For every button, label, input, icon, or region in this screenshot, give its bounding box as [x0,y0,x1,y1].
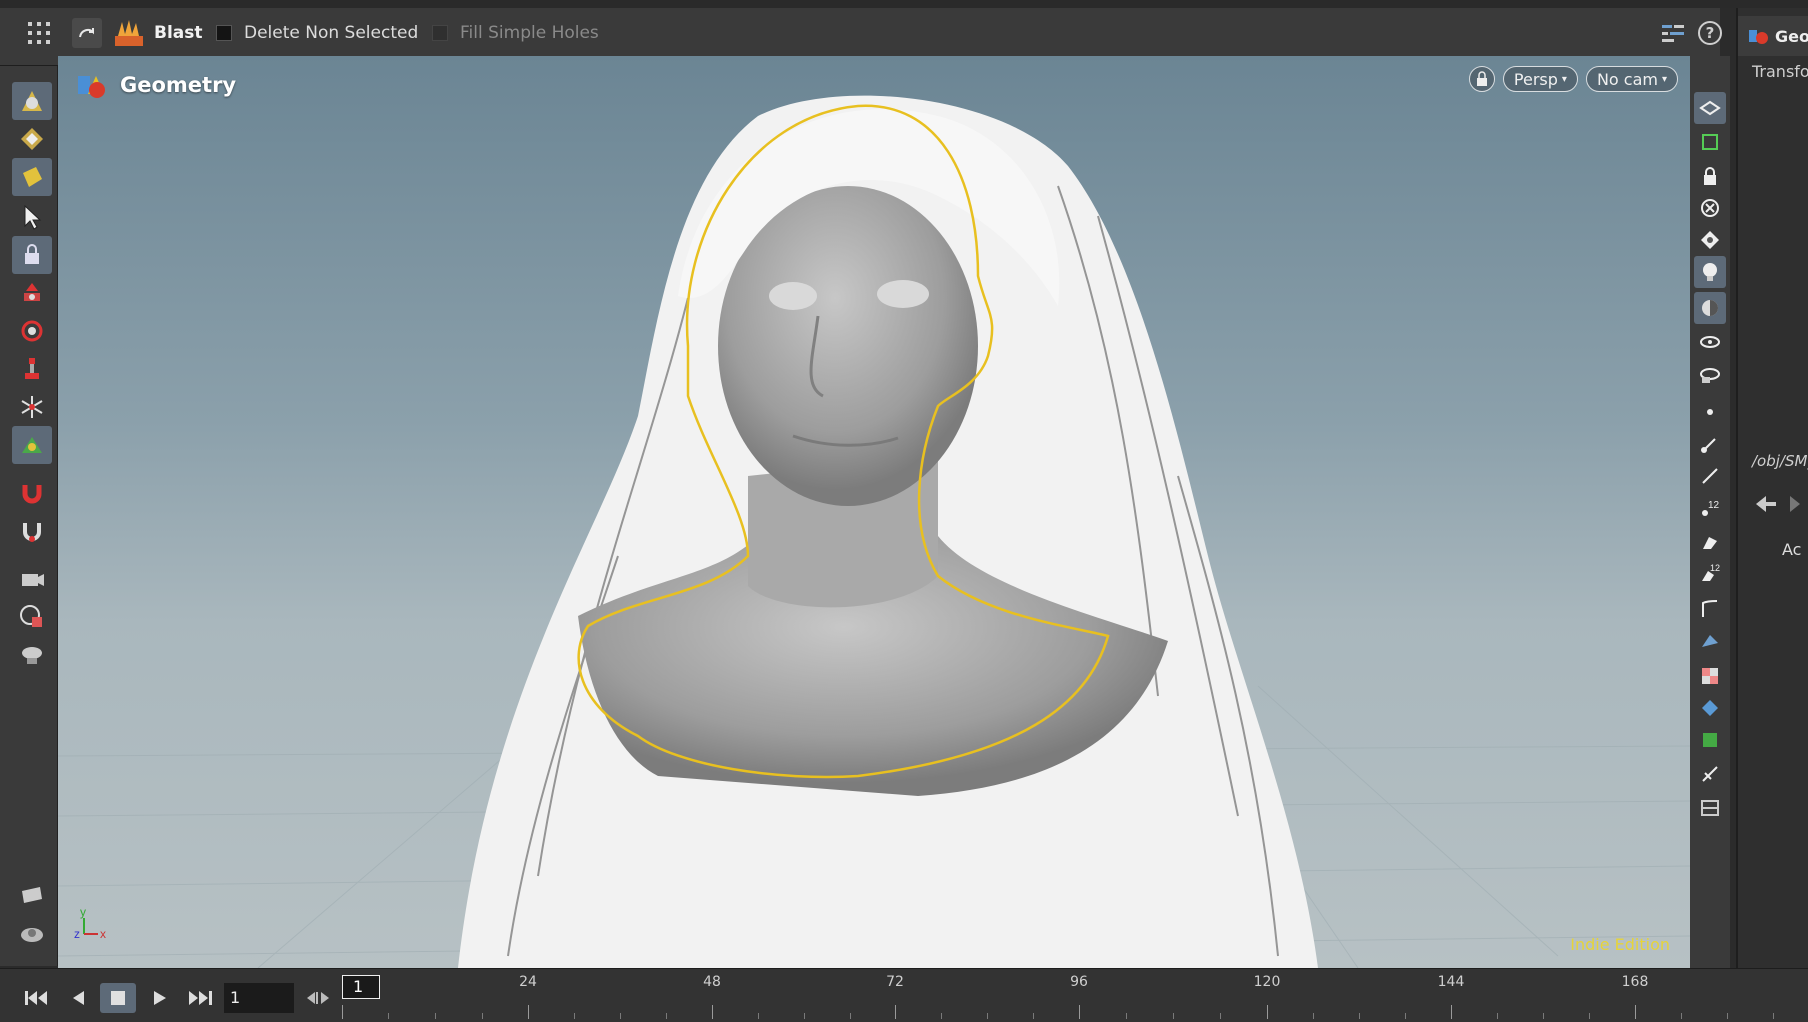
svg-text:12: 12 [1710,563,1720,573]
viewport-camera-controls: Persp ▾ No cam ▾ [1468,66,1678,92]
node-path-label[interactable]: /obj/SM_ [1752,452,1808,470]
crop-icon[interactable] [1694,592,1726,624]
chevron-down-icon: ▾ [1661,73,1667,85]
panel-tab-label: Geo [1775,26,1808,46]
handle-icon[interactable] [12,388,52,426]
step-frame-icon[interactable] [298,983,338,1013]
camera-icon[interactable] [12,560,52,598]
fill-simple-holes-label[interactable]: Fill Simple Holes [460,16,599,50]
parameter-panel: Geo Transfo /obj/SM_ Ac [1736,8,1808,1022]
axis-y-label: y [80,905,86,919]
lock-select-icon[interactable] [12,236,52,274]
tick-label: 96 [1070,974,1088,990]
scene-render [58,95,1690,968]
redo-icon[interactable] [72,18,102,48]
scale-icon[interactable] [12,350,52,388]
tick-label: 24 [519,974,537,990]
houdini-window: Blast Delete Non Selected Fill Simple Ho… [0,0,1808,1022]
jump-start-icon[interactable] [18,983,54,1013]
viewport-title-label: Geometry [120,73,237,97]
axis-gizmo: y z x [74,904,114,948]
persp-menu[interactable]: Persp ▾ [1502,66,1578,92]
tick-label: 120 [1253,974,1281,990]
lightbulb-icon[interactable] [1694,256,1726,288]
lock-icon[interactable] [1694,160,1726,192]
jump-end-icon[interactable] [182,983,218,1013]
paint-icon[interactable] [1694,526,1726,558]
diamond-icon[interactable] [1694,692,1726,724]
tick-label: 144 [1437,974,1465,990]
camera-lock-icon[interactable] [1468,66,1495,92]
tick-label: 48 [703,974,721,990]
tick-label: 168 [1621,974,1649,990]
delete-non-selected-checkbox[interactable] [216,25,232,41]
pose-icon[interactable] [12,426,52,464]
svg-text:12: 12 [1708,500,1720,511]
play-reverse-icon[interactable] [60,983,96,1013]
stop-icon[interactable] [100,983,136,1013]
play-icon[interactable] [142,983,178,1013]
select-mode-icon[interactable] [12,82,52,120]
menu-grid-icon[interactable] [26,16,62,50]
back-icon[interactable] [1752,492,1802,520]
shader-icon[interactable] [1694,626,1726,658]
snap-magnet-icon[interactable] [12,512,52,550]
render-region-icon[interactable] [12,598,52,636]
axis-z-label: z [74,927,80,941]
display-options-icon[interactable] [1694,92,1726,124]
point-icon[interactable] [1694,396,1726,428]
light-icon[interactable] [12,636,52,674]
right-toolbar: 12 12 [1690,56,1730,968]
left-toolbar [0,66,58,966]
edition-label: Indie Edition [1570,935,1670,954]
pointer-icon[interactable] [1694,758,1726,790]
cam-settings-icon[interactable] [12,914,52,952]
rotate-icon[interactable] [12,312,52,350]
blast-icon [112,16,146,50]
chevron-down-icon: ▾ [1561,73,1567,85]
scene-viewport[interactable]: Geometry Persp ▾ No cam ▾ y z x Indie Ed… [58,56,1690,968]
cam-label: No cam [1596,69,1658,89]
tick-label: 72 [886,974,904,990]
checker-icon[interactable] [1694,660,1726,692]
parameter-layout-icon[interactable] [1660,16,1686,50]
wireframe-icon[interactable] [1694,126,1726,158]
fill-simple-holes-checkbox[interactable] [432,25,448,41]
number-icon[interactable]: 12 [1694,492,1726,524]
uv-icon[interactable] [1694,724,1726,756]
number-brush-icon[interactable]: 12 [1694,558,1726,590]
viewport-title: Geometry [74,68,236,102]
camera-menu[interactable]: No cam ▾ [1585,66,1678,92]
playbar: 1 24 48 72 96 120 144 168 1 [0,968,1808,1022]
help-icon[interactable]: ? [1698,16,1724,50]
timeline-ruler[interactable]: 24 48 72 96 120 144 168 [342,969,1808,1022]
title-strip [0,0,1808,8]
axis-x-label: x [100,927,106,941]
persp-label: Persp [1513,69,1558,89]
panel-tab[interactable]: Geo [1738,16,1808,56]
shelf-icon[interactable] [12,876,52,914]
delete-non-selected-label[interactable]: Delete Non Selected [244,16,418,50]
arrow-select-icon[interactable] [12,198,52,236]
pen-icon[interactable] [1694,460,1726,492]
ac-label[interactable]: Ac [1782,540,1801,559]
eye-alt-icon[interactable] [1694,358,1726,390]
geometry-context-icon [78,76,105,98]
geometry-tab-icon [1749,30,1768,44]
eye-icon[interactable] [1694,326,1726,358]
magnet-icon[interactable] [12,474,52,512]
tool-name: Blast [154,23,203,43]
dock-icon[interactable] [1694,792,1726,824]
pin-icon[interactable] [1694,224,1726,256]
ghost-icon[interactable] [1694,192,1726,224]
move-icon[interactable] [12,274,52,312]
object-mode-icon[interactable] [12,158,52,196]
current-frame-marker[interactable]: 1 [342,975,380,999]
transform-label[interactable]: Transfo [1752,62,1808,81]
frame-field[interactable]: 1 [224,983,294,1013]
edit-mode-icon[interactable] [12,120,52,158]
shade-icon[interactable] [1694,292,1726,324]
brush-icon[interactable] [1694,428,1726,460]
